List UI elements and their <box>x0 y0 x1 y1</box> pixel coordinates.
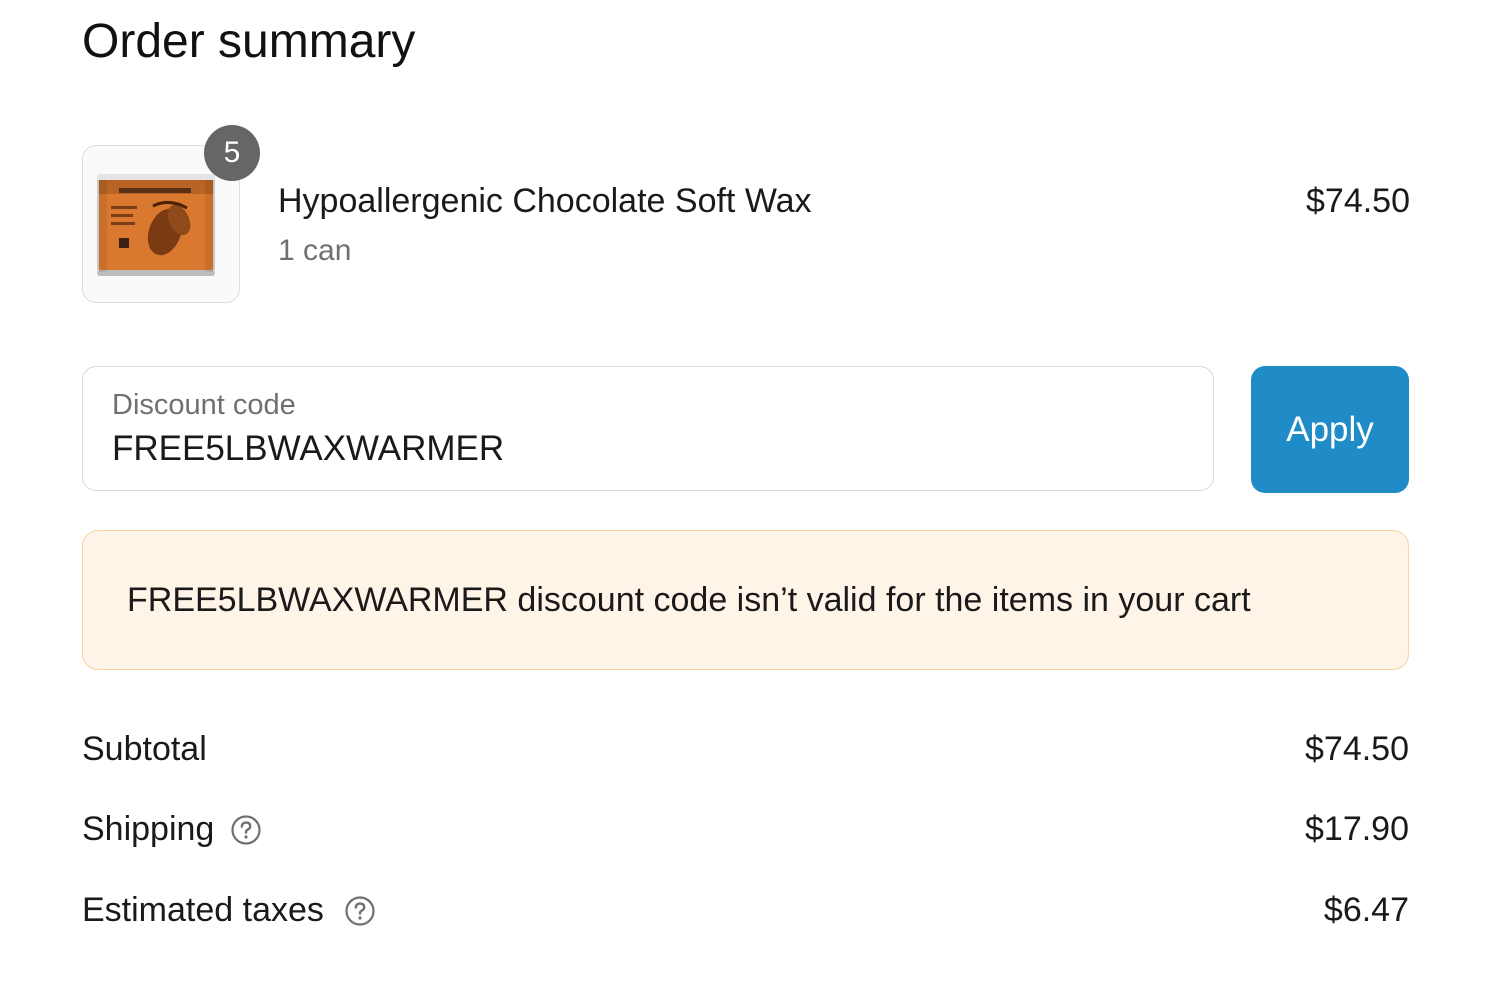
discount-code-input[interactable]: FREE5LBWAXWARMER <box>112 429 504 469</box>
taxes-label-text: Estimated taxes <box>82 891 324 929</box>
order-summary-page: Order summary 5 Hypoallergenic Chocolate… <box>0 0 1500 1004</box>
apply-discount-button[interactable]: Apply <box>1251 366 1409 493</box>
shipping-label: Shipping <box>82 810 262 849</box>
shipping-label-text: Shipping <box>82 810 215 848</box>
shipping-row: Shipping $17.90 <box>82 810 1409 854</box>
product-thumbnail-wrapper: 5 <box>82 125 260 303</box>
taxes-label: Estimated taxes <box>82 891 376 930</box>
taxes-row: Estimated taxes $6.47 <box>82 891 1409 935</box>
subtotal-label: Subtotal <box>82 730 207 769</box>
discount-error-banner: FREE5LBWAXWARMER discount code isn’t val… <box>82 530 1409 670</box>
question-circle-icon[interactable] <box>230 814 262 846</box>
question-circle-icon[interactable] <box>344 895 376 927</box>
discount-code-field[interactable]: Discount code FREE5LBWAXWARMER <box>82 366 1214 491</box>
product-name: Hypoallergenic Chocolate Soft Wax <box>278 182 812 220</box>
taxes-value: $6.47 <box>1323 891 1409 929</box>
quantity-badge: 5 <box>204 125 260 181</box>
subtotal-value: $74.50 <box>1305 730 1409 768</box>
product-variant: 1 can <box>278 234 352 267</box>
shipping-value: $17.90 <box>1305 810 1409 848</box>
discount-error-message: FREE5LBWAXWARMER discount code isn’t val… <box>127 581 1251 619</box>
discount-code-label: Discount code <box>112 389 296 421</box>
product-price: $74.50 <box>1306 182 1410 220</box>
subtotal-row: Subtotal $74.50 <box>82 730 1409 774</box>
page-title: Order summary <box>82 15 416 68</box>
subtotal-label-text: Subtotal <box>82 730 207 768</box>
